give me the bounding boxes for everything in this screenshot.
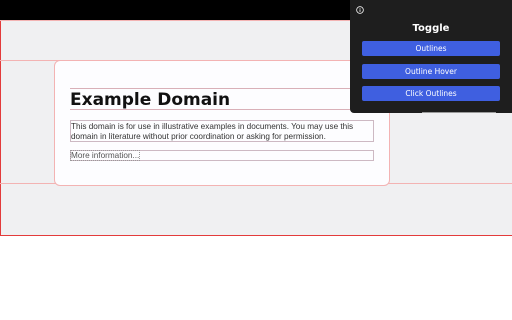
- description-paragraph: This domain is for use in illustrative e…: [70, 120, 374, 142]
- info-icon[interactable]: [356, 6, 364, 14]
- page-heading: Example Domain: [70, 88, 374, 110]
- panel-scrollbar[interactable]: [422, 112, 496, 113]
- outline-hover-button[interactable]: Outline Hover: [362, 64, 500, 79]
- panel-title: Toggle: [412, 23, 450, 34]
- click-outlines-button[interactable]: Click Outlines: [362, 86, 500, 101]
- more-information-link[interactable]: More information...: [69, 150, 141, 161]
- body-top-outline: [0, 20, 350, 21]
- outlines-button[interactable]: Outlines: [362, 41, 500, 56]
- more-info-paragraph: More information...: [69, 150, 374, 161]
